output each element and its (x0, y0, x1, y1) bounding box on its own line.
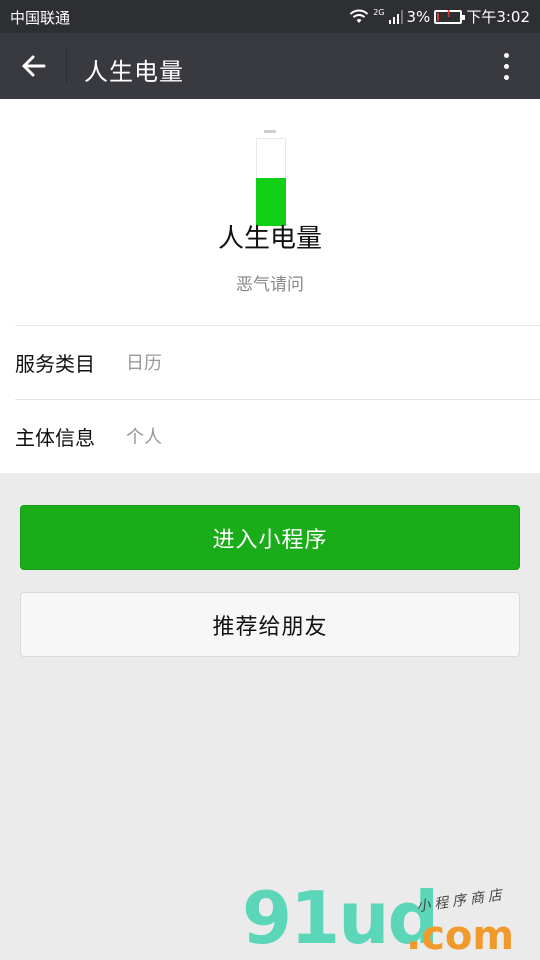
watermark-logo: 91ud .com 小程序商店 (240, 880, 540, 960)
title-bar: 人生电量 (0, 33, 540, 99)
info-row-category: 服务类目 日历 (15, 326, 525, 398)
status-icons: 2G 3% ! 下午3:02 (349, 6, 530, 27)
info-label: 主体信息 (15, 425, 95, 450)
info-label: 服务类目 (15, 351, 95, 376)
wifi-icon (350, 9, 369, 23)
clock: 下午3:02 (466, 8, 530, 26)
page-title: 人生电量 (84, 58, 184, 86)
watermark-domain: .com (406, 913, 515, 959)
app-name: 人生电量 (217, 224, 322, 254)
info-value: 日历 (126, 353, 162, 374)
app-description: 恶气请问 (236, 275, 304, 295)
signal-icon (388, 9, 403, 24)
network-type: 2G (373, 7, 385, 17)
battery-logo (254, 130, 286, 226)
back-button[interactable] (14, 46, 54, 86)
enter-miniprogram-button[interactable]: 进入小程序 (20, 505, 520, 570)
arrow-left-icon (22, 55, 46, 77)
more-vertical-icon (503, 52, 509, 58)
title-divider (66, 49, 67, 83)
battery-level (437, 12, 440, 21)
info-row-entity: 主体信息 个人 (15, 400, 525, 472)
profile-card: 人生电量 恶气请问 服务类目 日历 主体信息 个人 (0, 99, 540, 473)
more-button[interactable] (486, 46, 526, 86)
battery-low-icon: ! (434, 8, 466, 24)
status-bar: 中国联通 2G 3% ! 下午3:02 (0, 0, 540, 33)
carrier-name: 中国联通 (10, 9, 71, 27)
battery-cap (264, 130, 276, 133)
battery-percent: 3% (406, 7, 431, 26)
info-value: 个人 (126, 427, 162, 448)
recommend-to-friend-button[interactable]: 推荐给朋友 (20, 592, 520, 657)
battery-warning-mark: ! (446, 8, 451, 20)
